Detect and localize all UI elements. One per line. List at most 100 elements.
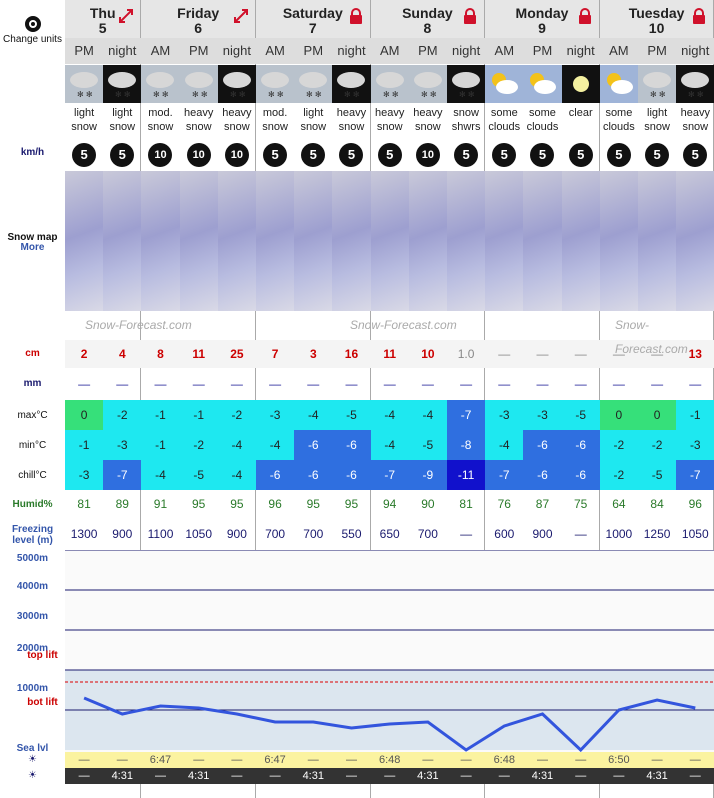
svg-text:✻ ✻: ✻ ✻	[153, 90, 169, 99]
humidity-value: 64	[612, 497, 626, 511]
sunrise-icon: ☀	[28, 754, 37, 765]
max-temp-value: -4	[294, 400, 333, 430]
wind-speed: 5	[492, 143, 517, 167]
elev-5000-label: 5000m	[16, 553, 49, 564]
svg-text:✻ ✻: ✻ ✻	[230, 90, 246, 99]
period-label: AM	[256, 38, 295, 64]
change-units-link[interactable]: Change units	[0, 34, 65, 45]
min-temp-value: -6	[294, 430, 333, 460]
snow-map-thumbnail[interactable]	[217, 171, 256, 311]
snow-cm-value: 3	[294, 340, 333, 368]
period-label: PM	[294, 38, 333, 64]
snow-map-thumbnail[interactable]	[447, 171, 486, 311]
snow-forecast-logo: Snow-Forecast.com	[615, 318, 688, 356]
wind-speed: 5	[645, 143, 670, 167]
snow-map-thumbnail[interactable]	[485, 171, 524, 311]
chill-temp-value: -5	[638, 460, 677, 490]
snow-cm-value: —	[523, 340, 562, 368]
max-temp-value: -5	[561, 400, 600, 430]
sunset-time: —	[485, 768, 524, 784]
wind-speed: 5	[263, 143, 288, 167]
snow-map-thumbnail[interactable]	[332, 171, 371, 311]
weather-summary: light snow	[300, 107, 327, 133]
snow-map-thumbnail[interactable]	[65, 171, 104, 311]
snow-map-thumbnail[interactable]	[370, 171, 409, 311]
humidity-value: 81	[77, 497, 91, 511]
wind-speed: 5	[301, 143, 326, 167]
weather-summary: clear	[568, 107, 593, 119]
freezing-level-value: —	[460, 527, 473, 541]
humidity-value: 89	[115, 497, 129, 511]
elev-3000-label: 3000m	[16, 611, 49, 622]
min-temp-value: -5	[408, 430, 447, 460]
humidity-value: 95	[306, 497, 320, 511]
freezing-level-value: 700	[303, 527, 324, 541]
weather-summary: mod. snow	[262, 107, 288, 133]
snow-map-thumbnail[interactable]	[141, 171, 180, 311]
snow-map-thumbnail[interactable]	[294, 171, 333, 311]
snow-map-thumbnail[interactable]	[638, 171, 677, 311]
chill-temp-value: -7	[485, 460, 524, 490]
period-label: PM	[65, 38, 104, 64]
wind-speed: 10	[186, 143, 211, 167]
chill-temp-value: -6	[294, 460, 333, 490]
chill-temp-value: -6	[256, 460, 295, 490]
weather-icon	[523, 65, 562, 103]
snow-map-thumbnail[interactable]	[676, 171, 714, 311]
max-temp-value: -5	[332, 400, 371, 430]
rain-mm-value: —	[230, 377, 243, 391]
snow-map-thumbnail[interactable]	[256, 171, 295, 311]
chill-temp-value: -6	[523, 460, 562, 490]
max-temp-value: -4	[408, 400, 447, 430]
chill-temp-value: -7	[370, 460, 409, 490]
sunrise-time: —	[523, 752, 562, 768]
period-label: night	[561, 38, 600, 64]
weather-summary: heavy snow	[680, 107, 710, 133]
sunrise-time: —	[447, 752, 486, 768]
max-temp-value: -2	[217, 400, 256, 430]
min-temp-value: -6	[523, 430, 562, 460]
wind-arrow-icon: 5	[65, 141, 103, 169]
snow-cm-value: 10	[408, 340, 447, 368]
snow-map-thumbnail[interactable]	[599, 171, 638, 311]
snow-map-thumbnail[interactable]	[523, 171, 562, 311]
snow-map-thumbnail[interactable]	[408, 171, 447, 311]
snow-cm-value: 8	[141, 340, 180, 368]
wind-arrow-icon: 5	[638, 141, 676, 169]
snow-map-more-link[interactable]: More	[0, 242, 65, 253]
weather-icon	[485, 65, 524, 103]
weather-icon	[561, 65, 600, 103]
sunrise-time: —	[676, 752, 714, 768]
min-temp-value: -2	[638, 430, 677, 460]
weather-summary: some clouds	[488, 107, 521, 133]
min-temp-value: -1	[65, 430, 104, 460]
svg-text:✻ ✻: ✻ ✻	[459, 90, 475, 99]
snow-map-thumbnail[interactable]	[561, 171, 600, 311]
sunset-time: 4:31	[179, 768, 218, 784]
freezing-level-value: 1250	[643, 527, 671, 541]
humidity-value: 76	[497, 497, 511, 511]
sunrise-time: 6:48	[485, 752, 524, 768]
snow-map-thumbnail[interactable]	[103, 171, 142, 311]
wind-speed: 10	[224, 143, 249, 167]
max-temp-value: -7	[447, 400, 486, 430]
snow-cm-value: 1.0	[447, 340, 486, 368]
max-temp-value: -3	[256, 400, 295, 430]
svg-text:✻ ✻: ✻ ✻	[77, 90, 93, 99]
chill-temp-label: chill°C	[18, 470, 47, 481]
min-temp-value: -4	[370, 430, 409, 460]
svg-text:✻ ✻: ✻ ✻	[650, 90, 666, 99]
period-label: PM	[638, 38, 677, 64]
min-temp-value: -2	[179, 430, 218, 460]
min-temp-value: -2	[599, 430, 638, 460]
chill-temp-value: -6	[561, 460, 600, 490]
wind-arrow-icon: 5	[562, 141, 600, 169]
weather-icon: ✻ ✻	[256, 65, 295, 103]
snow-map-thumbnail[interactable]	[179, 171, 218, 311]
humidity-value: 95	[344, 497, 359, 511]
freezing-level-value: 550	[341, 527, 362, 541]
sunset-time: —	[447, 768, 486, 784]
sunrise-time: —	[638, 752, 677, 768]
wind-arrow-icon: 10	[141, 141, 179, 169]
sunrise-time: 6:48	[370, 752, 409, 768]
